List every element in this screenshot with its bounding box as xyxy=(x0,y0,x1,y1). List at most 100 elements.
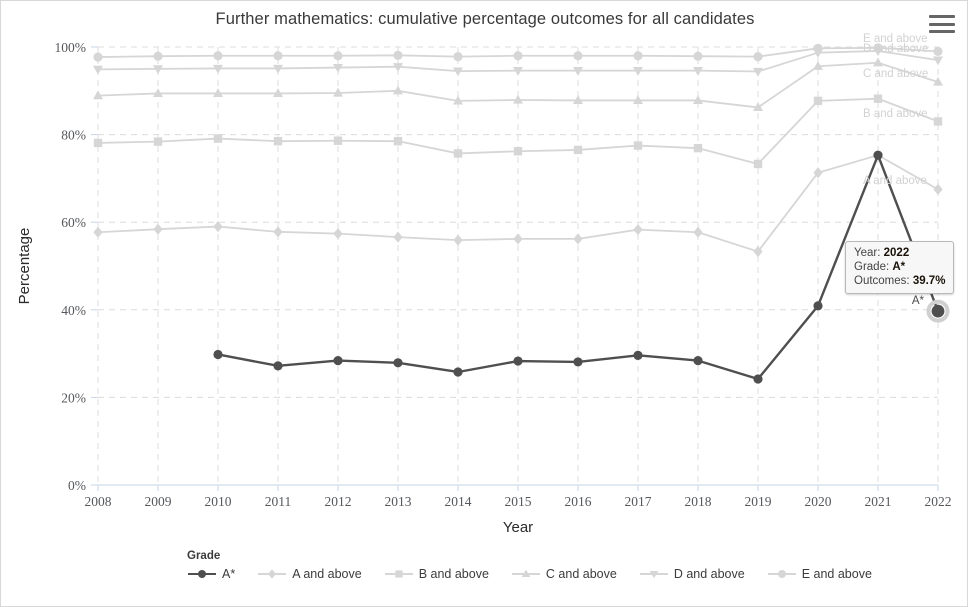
legend-item-d-and-above[interactable]: D and above xyxy=(639,567,745,581)
data-point-marker[interactable] xyxy=(873,150,883,160)
legend-swatch-triangle-up-icon xyxy=(511,569,540,577)
data-point-marker[interactable] xyxy=(453,52,463,62)
y-axis-tick-label: 40% xyxy=(61,303,86,318)
data-point-marker[interactable] xyxy=(213,134,223,143)
x-axis-tick-label: 2021 xyxy=(865,494,892,509)
legend-label: B and above xyxy=(418,567,489,581)
data-point-marker[interactable] xyxy=(393,231,403,243)
data-point-marker[interactable] xyxy=(273,136,283,146)
data-point-marker[interactable] xyxy=(93,52,103,62)
data-point-marker[interactable] xyxy=(453,234,463,246)
data-point-marker[interactable] xyxy=(573,145,583,155)
data-point-marker[interactable] xyxy=(933,46,943,56)
data-point-marker[interactable] xyxy=(93,138,103,148)
data-point-marker[interactable] xyxy=(813,301,823,311)
tooltip-outcomes-key: Outcomes: xyxy=(854,275,913,287)
x-axis-tick-label: 2010 xyxy=(205,494,232,509)
tooltip-year-key: Year: xyxy=(854,247,884,259)
data-point-marker[interactable] xyxy=(753,52,763,62)
series-end-label: D and above xyxy=(863,43,928,55)
data-point-marker[interactable] xyxy=(873,94,883,103)
data-point-marker[interactable] xyxy=(753,374,763,384)
data-point-marker[interactable] xyxy=(513,233,523,245)
data-point-marker[interactable] xyxy=(213,51,223,61)
data-point-marker[interactable] xyxy=(393,136,403,146)
x-axis-tick-label: 2008 xyxy=(85,494,112,509)
data-point-marker[interactable] xyxy=(933,183,943,195)
data-point-marker[interactable] xyxy=(633,51,643,61)
data-point-marker[interactable] xyxy=(333,227,343,240)
y-axis-tick-label: 80% xyxy=(61,128,86,143)
data-point-marker[interactable] xyxy=(633,224,643,236)
legend-label: D and above xyxy=(673,567,745,581)
data-point-marker[interactable] xyxy=(753,159,763,169)
legend-swatch-circle-icon xyxy=(767,570,796,578)
data-point-marker[interactable] xyxy=(693,356,703,366)
data-point-marker[interactable] xyxy=(813,96,823,106)
legend-item-e-and-above[interactable]: E and above xyxy=(767,567,872,581)
data-point-marker[interactable] xyxy=(453,149,463,158)
data-point-marker[interactable] xyxy=(513,51,523,61)
x-axis-tick-label: 2018 xyxy=(685,494,712,509)
data-point-marker[interactable] xyxy=(333,356,343,366)
data-point-marker[interactable] xyxy=(93,226,103,238)
legend-title: Grade xyxy=(187,550,221,562)
data-point-marker[interactable] xyxy=(453,367,463,377)
data-point-marker[interactable] xyxy=(933,117,943,126)
data-point-marker[interactable] xyxy=(693,143,703,153)
data-point-marker[interactable] xyxy=(333,51,343,61)
legend-swatch-triangle-down-icon xyxy=(639,571,668,579)
chart-container: Further mathematics: cumulative percenta… xyxy=(0,0,968,607)
data-point-marker[interactable] xyxy=(693,51,703,61)
x-axis-tick-label: 2017 xyxy=(625,494,652,509)
chart-legend: Grade A* A and above B and above C and abov… xyxy=(187,550,947,581)
x-axis-tick-label: 2012 xyxy=(325,494,352,509)
legend-label: A* xyxy=(222,567,236,581)
data-point-marker[interactable] xyxy=(393,358,403,368)
data-point-marker[interactable] xyxy=(153,51,163,61)
legend-item-c-and-above[interactable]: C and above xyxy=(511,567,617,581)
data-point-marker[interactable] xyxy=(513,356,523,366)
legend-swatch-diamond-icon xyxy=(258,569,287,579)
data-point-marker[interactable] xyxy=(273,226,283,238)
x-axis-tick-label: 2014 xyxy=(445,494,472,509)
legend-swatch-circle-icon xyxy=(188,570,216,578)
data-point-marker[interactable] xyxy=(573,51,583,61)
data-point-marker[interactable] xyxy=(573,357,583,367)
highlighted-data-point[interactable] xyxy=(931,304,945,318)
legend-label: E and above xyxy=(801,567,872,581)
legend-swatch-square-icon xyxy=(384,570,413,578)
tooltip-grade-row: Grade: A* xyxy=(854,260,945,274)
data-point-marker[interactable] xyxy=(633,350,643,360)
legend-item-a[interactable]: A* xyxy=(187,567,235,581)
x-axis-tick-label: 2009 xyxy=(145,494,172,509)
legend-item-a-and-above[interactable]: A and above xyxy=(257,567,362,581)
highlighted-point-label: A* xyxy=(912,295,925,307)
tooltip-outcomes-row: Outcomes: 39.7% xyxy=(854,274,945,288)
tooltip-grade-value: A* xyxy=(892,261,906,273)
data-point-marker[interactable] xyxy=(633,141,643,150)
x-axis-tick-label: 2020 xyxy=(805,494,832,509)
data-point-marker[interactable] xyxy=(873,57,883,67)
legend-label: A and above xyxy=(292,567,362,581)
data-point-marker[interactable] xyxy=(333,136,343,145)
data-point-marker[interactable] xyxy=(213,349,223,360)
data-point-marker[interactable] xyxy=(573,233,583,245)
data-point-marker[interactable] xyxy=(153,223,163,235)
x-axis-tick-label: 2016 xyxy=(565,494,592,509)
data-point-marker[interactable] xyxy=(273,361,283,371)
y-axis-title: Percentage xyxy=(16,228,33,305)
y-axis-tick-label: 20% xyxy=(61,390,86,405)
series-end-label: C and above xyxy=(863,68,928,80)
y-axis-tick-label: 0% xyxy=(68,478,86,493)
legend-item-b-and-above[interactable]: B and above xyxy=(384,567,489,581)
data-point-tooltip: Year: 2022 Grade: A* Outcomes: 39.7% xyxy=(845,241,955,294)
tooltip-year-row: Year: 2022 xyxy=(854,246,945,260)
data-point-marker[interactable] xyxy=(153,137,163,146)
data-point-marker[interactable] xyxy=(513,147,523,156)
data-point-marker[interactable] xyxy=(393,85,403,95)
data-point-marker[interactable] xyxy=(393,50,403,60)
data-point-marker[interactable] xyxy=(933,56,943,66)
data-point-marker[interactable] xyxy=(273,51,283,61)
data-point-marker[interactable] xyxy=(693,226,703,238)
